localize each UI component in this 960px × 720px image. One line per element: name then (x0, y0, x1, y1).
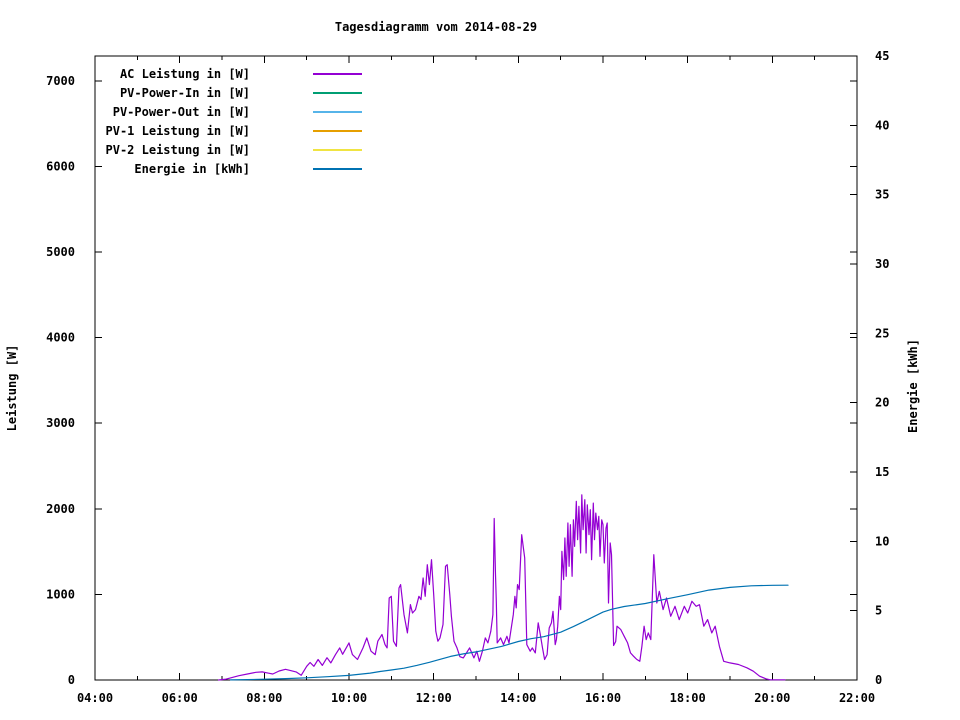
x-tick-label: 10:00 (331, 691, 367, 705)
daily-diagram-chart: Tagesdiagramm vom 2014-08-29 Leistung [W]… (5, 20, 920, 705)
y-right-tick-label: 20 (875, 396, 889, 410)
y-left-tick-label: 1000 (46, 587, 75, 601)
legend-label: PV-2 Leistung in [W] (106, 143, 251, 157)
series-line-ac-leistung-in-w- (218, 494, 786, 681)
x-tick-label: 22:00 (839, 691, 875, 705)
y-left-tick-label: 7000 (46, 74, 75, 88)
x-tick-label: 04:00 (77, 691, 113, 705)
y-right-tick-label: 40 (875, 118, 889, 132)
y-right-tick-label: 25 (875, 326, 889, 340)
x-tick-label: 06:00 (162, 691, 198, 705)
y-right-tick-label: 30 (875, 257, 889, 271)
x-tick-label: 08:00 (246, 691, 282, 705)
legend-label: Energie in [kWh] (134, 162, 250, 176)
y-left-tick-label: 3000 (46, 416, 75, 430)
legend-label: AC Leistung in [W] (120, 67, 250, 81)
y-right-tick-label: 45 (875, 49, 889, 63)
y-left-tick-label: 4000 (46, 331, 75, 345)
y-left-tick-label: 6000 (46, 159, 75, 173)
y-left-axis-title: Leistung [W] (5, 345, 19, 432)
daily-diagram-page: Tagesdiagramm vom 2014-08-29 Leistung [W]… (0, 0, 960, 720)
x-tick-label: 18:00 (670, 691, 706, 705)
y-right-tick-label: 10 (875, 534, 889, 548)
x-tick-label: 14:00 (500, 691, 536, 705)
y-right-tick-label: 35 (875, 188, 889, 202)
y-left-tick-label: 5000 (46, 245, 75, 259)
x-tick-label: 12:00 (416, 691, 452, 705)
y-right-tick-label: 0 (875, 673, 882, 687)
legend-label: PV-Power-Out in [W] (113, 105, 250, 119)
y-left-tick-label: 0 (68, 673, 75, 687)
y-right-tick-label: 5 (875, 604, 882, 618)
legend-label: PV-Power-In in [W] (120, 86, 250, 100)
y-right-tick-label: 15 (875, 465, 889, 479)
x-tick-label: 20:00 (754, 691, 790, 705)
x-tick-label: 16:00 (585, 691, 621, 705)
y-left-tick-label: 2000 (46, 502, 75, 516)
chart-title: Tagesdiagramm vom 2014-08-29 (335, 20, 537, 34)
legend-label: PV-1 Leistung in [W] (106, 124, 251, 138)
y-right-axis-title: Energie [kWh] (906, 339, 920, 433)
